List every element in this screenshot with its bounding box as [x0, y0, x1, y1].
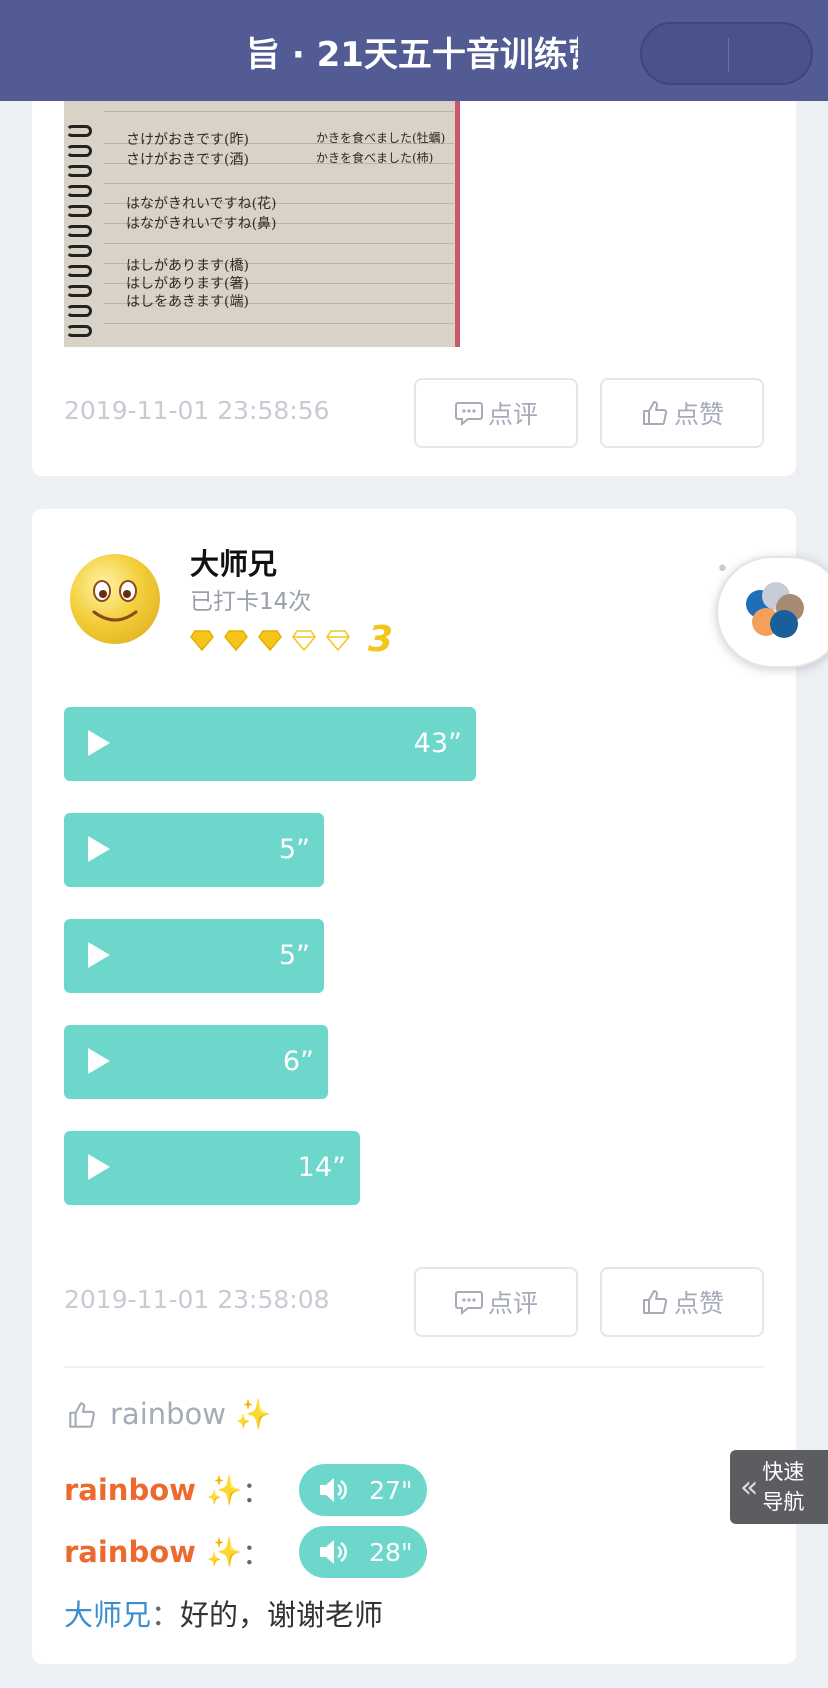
level-number: 3 [368, 619, 394, 660]
post-card: さけがおきです(昨) さけがおきです(酒) はながきれいですね(花) はながきれ… [32, 60, 796, 476]
play-icon [88, 836, 110, 862]
comment-button[interactable]: 点评 [414, 378, 578, 448]
handwriting-line: さけがおきです(昨) [126, 132, 249, 148]
diamond-filled-icon [258, 630, 282, 651]
audio-player[interactable]: 43” [64, 707, 476, 781]
voice-duration: 27" [369, 1475, 413, 1505]
like-label: 点赞 [673, 400, 724, 429]
play-icon [88, 1048, 110, 1074]
speaker-icon [320, 1478, 348, 1502]
audio-duration: 5” [278, 834, 310, 865]
audio-duration: 14” [297, 1152, 346, 1183]
audio-duration: 5” [278, 940, 310, 971]
diamond-filled-icon [224, 630, 248, 651]
comment-colon: ： [151, 1598, 181, 1632]
double-chevron-left-icon: « [740, 1469, 759, 1505]
comment-label: 点评 [487, 1289, 538, 1318]
quick-nav-label: 导航 [762, 1490, 805, 1514]
comment-item: 大师兄 ： 好的，谢谢老师 [64, 1592, 383, 1634]
divider [64, 1366, 764, 1368]
avatar[interactable] [70, 554, 160, 644]
quick-nav-button[interactable]: « 快速 导航 [730, 1450, 828, 1524]
handwriting-line: はながきれいですね(鼻) [126, 216, 277, 232]
comment-colon: ： [242, 1475, 272, 1509]
post-photo[interactable]: さけがおきです(昨) さけがおきです(酒) はながきれいですね(花) はながきれ… [64, 101, 460, 347]
play-icon [88, 1154, 110, 1180]
thumbs-up-icon [642, 401, 668, 425]
mini-program-capsule[interactable] [640, 22, 813, 85]
speaker-icon [320, 1540, 348, 1564]
like-button[interactable]: 点赞 [600, 1267, 764, 1337]
audio-player[interactable]: 6” [64, 1025, 328, 1099]
comment-icon [454, 1291, 483, 1316]
post-timestamp: 2019-11-01 23:58:08 [64, 1285, 330, 1314]
diamond-empty-icon [292, 630, 316, 651]
handwriting-line: かきを食べました(柿) [316, 151, 434, 165]
post-card: 大师兄 已打卡14次 3 • • 43” 5” 5” 6” 14” 2019-1… [32, 509, 796, 1664]
handwriting-line: はしをあきます(端) [126, 294, 249, 310]
likes-row: rainbow ✨ [66, 1397, 271, 1432]
diamond-filled-icon [190, 630, 214, 651]
like-button[interactable]: 点赞 [600, 378, 764, 448]
smiley-face-icon [92, 580, 138, 622]
comment-item: rainbow ✨ ： 27" [64, 1464, 428, 1516]
voice-reply[interactable]: 27" [299, 1464, 428, 1516]
commenter-name[interactable]: rainbow ✨ [64, 1473, 242, 1508]
handwriting-line: はしがあります(箸) [126, 276, 249, 292]
play-icon [88, 730, 110, 756]
audio-player[interactable]: 14” [64, 1131, 360, 1205]
app-header: 旨 · 21天五十音训练营 [0, 0, 828, 101]
comment-button[interactable]: 点评 [414, 1267, 578, 1337]
circles-logo-icon [746, 582, 804, 638]
commenter-name[interactable]: 大师兄 [64, 1592, 151, 1634]
thumbs-up-icon [69, 1401, 95, 1428]
page-title: 旨 · 21天五十音训练营 [246, 35, 578, 75]
comment-label: 点评 [487, 400, 538, 429]
handwriting-line: はながきれいですね(花) [126, 196, 277, 212]
diamond-empty-icon [326, 630, 350, 651]
capsule-separator [728, 38, 729, 72]
audio-player[interactable]: 5” [64, 919, 324, 993]
voice-reply[interactable]: 28" [299, 1526, 428, 1578]
audio-player[interactable]: 5” [64, 813, 324, 887]
quick-nav-label: 快速 [762, 1460, 805, 1484]
voice-duration: 28" [369, 1537, 413, 1567]
comment-icon [454, 402, 483, 427]
commenter-name[interactable]: rainbow ✨ [64, 1535, 242, 1570]
floating-menu-button[interactable] [716, 556, 828, 668]
handwriting-line: さけがおきです(酒) [126, 152, 249, 168]
comment-item: rainbow ✨ ： 28" [64, 1526, 428, 1578]
comment-text: 好的，谢谢老师 [180, 1598, 384, 1632]
comment-colon: ： [242, 1537, 272, 1571]
like-label: 点赞 [673, 1289, 724, 1318]
handwriting-line: はしがあります(橋) [126, 258, 249, 274]
post-timestamp: 2019-11-01 23:58:56 [64, 396, 330, 425]
audio-duration: 6” [282, 1046, 314, 1077]
checkin-count: 已打卡14次 [190, 589, 312, 615]
audio-duration: 43” [413, 728, 462, 759]
play-icon [88, 942, 110, 968]
thumbs-up-icon [642, 1290, 668, 1314]
level-diamonds: 3 [190, 622, 393, 658]
liker-name[interactable]: rainbow ✨ [110, 1397, 271, 1432]
handwriting-line: かきを食べました(牡蠣) [316, 131, 446, 145]
user-name[interactable]: 大师兄 [190, 545, 277, 583]
